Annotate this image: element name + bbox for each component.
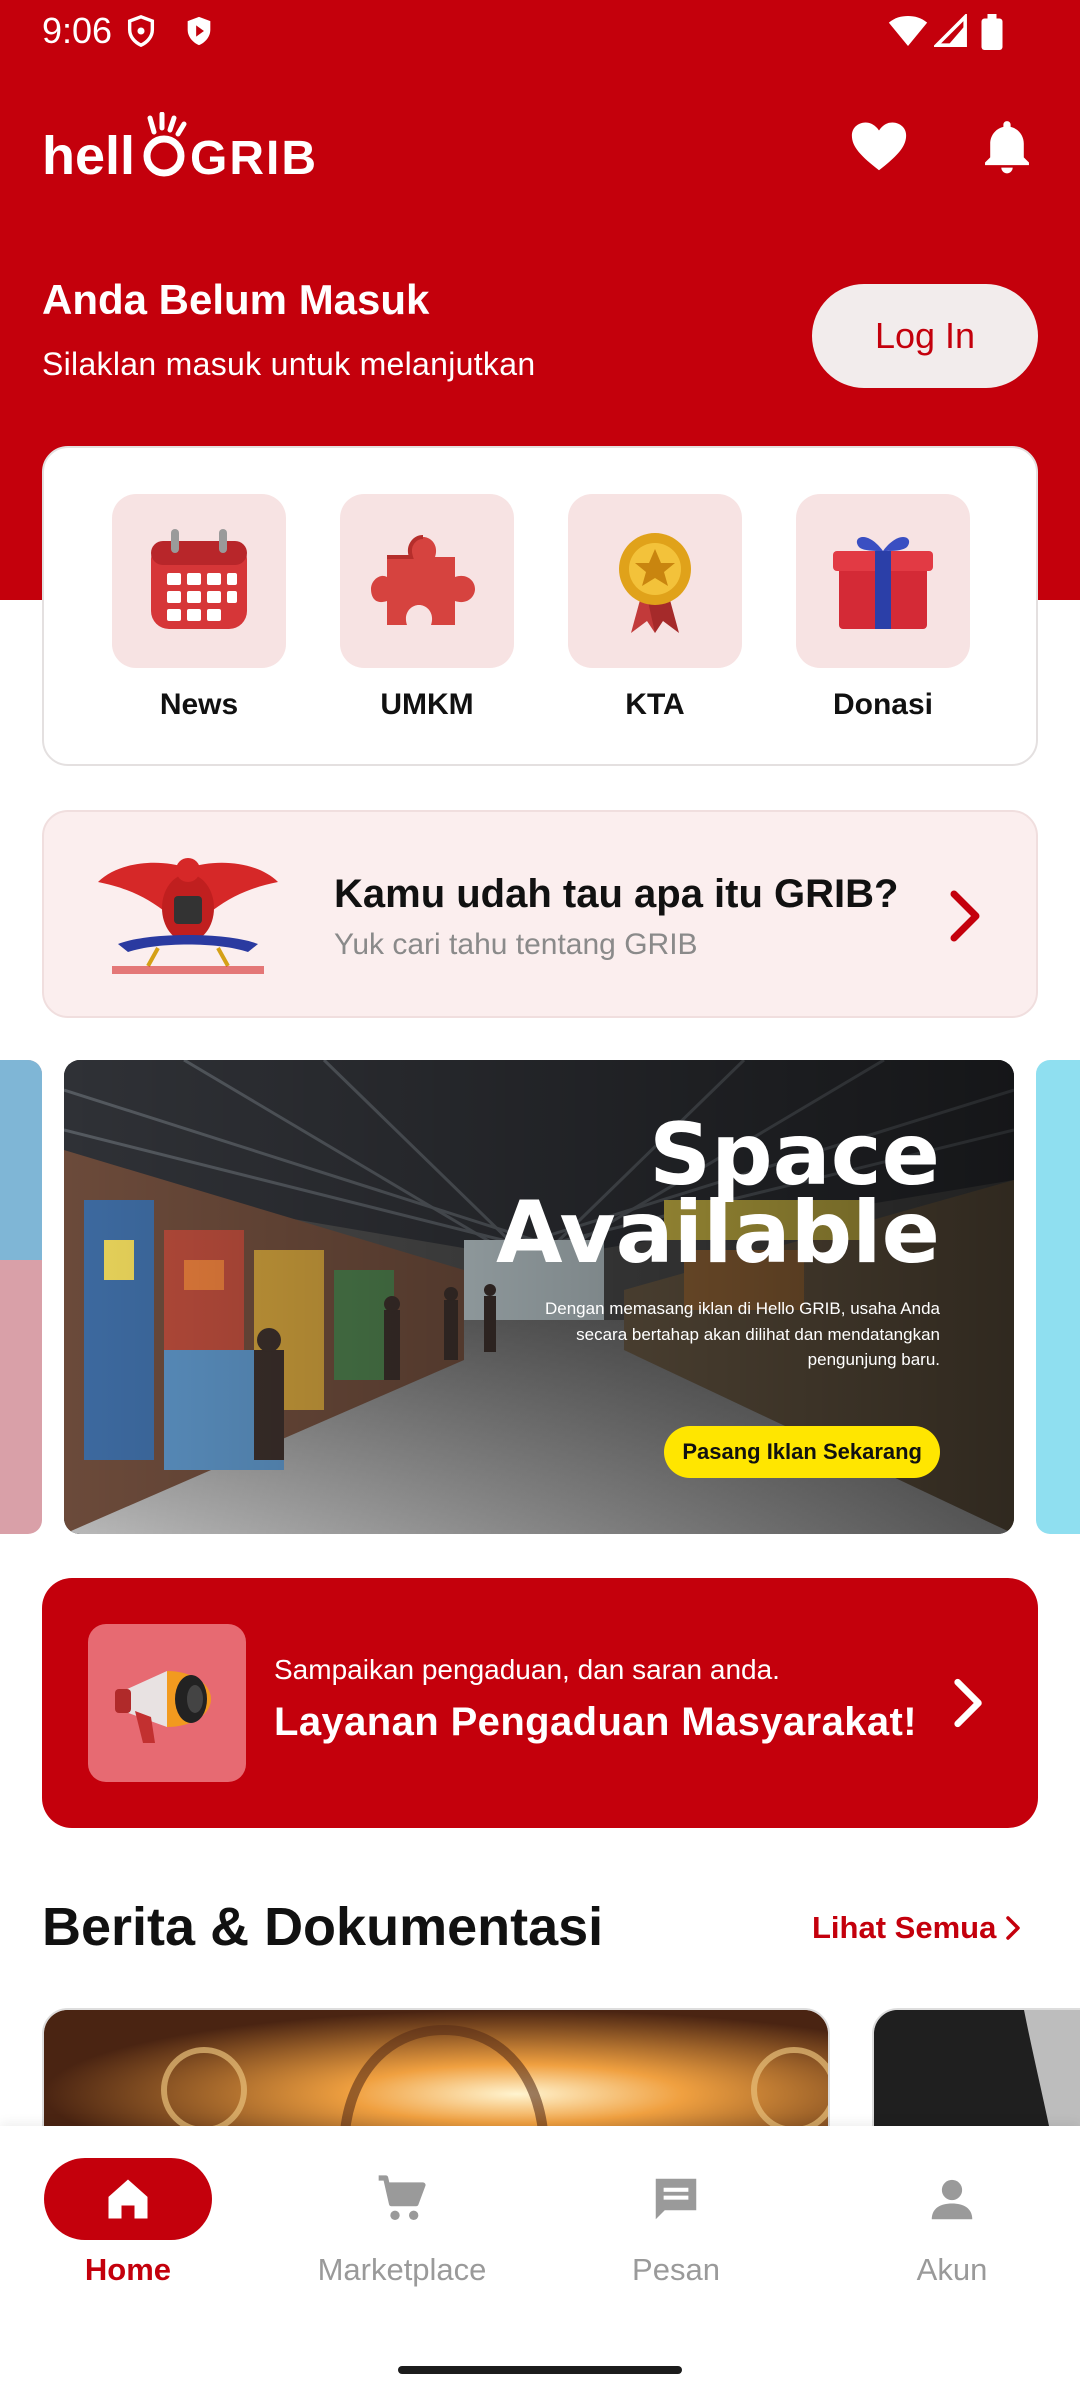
person-icon: [931, 2179, 973, 2220]
nav-pesan-pill: [592, 2158, 760, 2240]
login-button[interactable]: Log In: [812, 284, 1038, 388]
menu-label-kta: KTA: [625, 688, 685, 721]
ad-banner-slide[interactable]: Space Available Dengan memasang iklan di…: [64, 1060, 1014, 1534]
complaint-subtitle: Sampaikan pengaduan, dan saran anda.: [274, 1654, 780, 1685]
battery-icon: [981, 14, 1003, 50]
menu-item-kta[interactable]: KTA: [568, 494, 742, 722]
ad-body-text: Dengan memasang iklan di Hello GRIB, usa…: [544, 1299, 940, 1369]
signal-icon: [934, 14, 967, 47]
about-title: Kamu udah tau apa itu GRIB?: [334, 872, 899, 916]
gesture-home-indicator[interactable]: [398, 2366, 682, 2374]
nav-home-pill: [44, 2158, 212, 2240]
nav-marketplace-pill: [318, 2158, 486, 2240]
nav-akun-label: Akun: [916, 2252, 988, 2287]
menu-label-news: News: [159, 688, 239, 721]
about-subtitle: Yuk cari tahu tentang GRIB: [334, 928, 698, 961]
chevron-right-icon: [954, 1678, 982, 1728]
news-section-title: Berita & Dokumentasi: [42, 1897, 604, 1957]
message-icon: [655, 2178, 697, 2220]
cart-icon: [378, 2175, 426, 2220]
menu-tile: [568, 494, 742, 668]
menu-label-donasi: Donasi: [832, 688, 934, 721]
login-subtitle: Silaklan masuk untuk melanjutkan: [42, 346, 536, 382]
menu-item-news[interactable]: News: [112, 494, 286, 722]
ad-cta-button[interactable]: Pasang Iklan Sekarang: [664, 1426, 940, 1478]
menu-tile: [796, 494, 970, 668]
nav-home-label: Home: [84, 2252, 172, 2287]
nav-marketplace[interactable]: Marketplace: [292, 2158, 512, 2288]
nav-pesan[interactable]: Pesan: [566, 2158, 786, 2288]
nav-marketplace-label: Marketplace: [317, 2252, 487, 2287]
menu-tile: [340, 494, 514, 668]
bell-icon[interactable]: [976, 116, 1038, 178]
megaphone-icon: [115, 1671, 211, 1743]
nav-home[interactable]: Home: [18, 2158, 238, 2288]
nav-pesan-label: Pesan: [632, 2252, 720, 2287]
carousel-next-slide[interactable]: [1036, 1060, 1080, 1534]
home-icon: [108, 2179, 148, 2219]
svg-text:hell: hell: [42, 126, 135, 186]
complaint-icon-tile: [88, 1624, 246, 1782]
login-title: Anda Belum Masuk: [42, 276, 430, 323]
status-bar: 9:06: [0, 0, 1080, 64]
puzzle-icon: [371, 535, 475, 625]
complaint-title: Layanan Pengaduan Masyarakat!: [274, 1700, 917, 1744]
medal-icon: [619, 533, 691, 633]
complaint-banner[interactable]: Sampaikan pengaduan, dan saran anda. Lay…: [42, 1578, 1038, 1828]
see-all-link[interactable]: Lihat Semua: [812, 1910, 1022, 1946]
bottom-navigation: Home Marketplace Pesan Akun: [0, 2126, 1080, 2400]
nav-akun[interactable]: Akun: [842, 2158, 1062, 2288]
about-grib-card[interactable]: Kamu udah tau apa itu GRIB? Yuk cari tah…: [42, 810, 1038, 1018]
menu-card: News UMKM KTA Donasi: [42, 446, 1038, 766]
menu-item-donasi[interactable]: Donasi: [796, 494, 970, 722]
status-time: 9:06: [42, 10, 113, 51]
calendar-icon: [151, 529, 247, 629]
gift-icon: [833, 536, 933, 629]
wifi-icon: [888, 16, 928, 46]
hello-grib-logo: hell GRIB: [42, 112, 318, 186]
shield-icon: [127, 15, 155, 48]
chevron-right-icon: [1006, 1916, 1021, 1940]
chevron-right-icon: [950, 890, 980, 942]
menu-tile: [112, 494, 286, 668]
svg-text:GRIB: GRIB: [190, 132, 318, 185]
ad-title-line2: Available: [496, 1183, 940, 1283]
menu-label-umkm: UMKM: [380, 688, 474, 721]
nav-akun-pill: [868, 2158, 1036, 2240]
menu-item-umkm[interactable]: UMKM: [340, 494, 514, 722]
garuda-emblem-icon: [98, 858, 278, 974]
heart-icon[interactable]: [848, 116, 910, 178]
see-all-label: Lihat Semua: [812, 1910, 997, 1945]
carousel-prev-slide[interactable]: [0, 1060, 42, 1534]
play-protect-icon: [187, 16, 211, 46]
